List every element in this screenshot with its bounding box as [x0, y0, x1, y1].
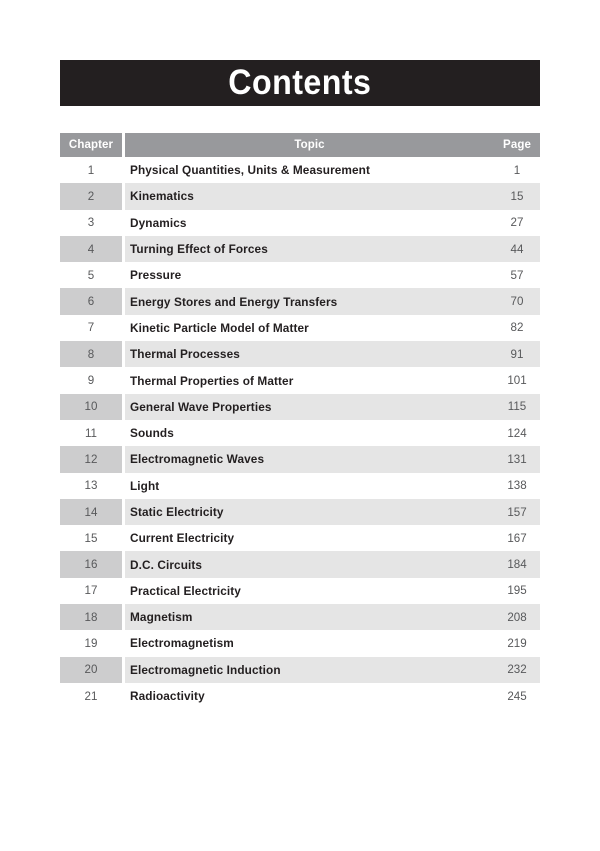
table-row[interactable]: 1 Physical Quantities, Units & Measuremen…	[60, 157, 540, 184]
table-row[interactable]: 11 Sounds 124	[60, 419, 540, 447]
chapter-topic[interactable]: Radioactivity	[125, 682, 494, 710]
chapter-number: 11	[60, 419, 122, 447]
chapter-topic[interactable]: General Wave Properties	[125, 393, 494, 420]
table-header: Chapter Topic Page	[60, 133, 540, 157]
chapter-topic[interactable]: Physical Quantities, Units & Measurement	[125, 157, 494, 184]
chapter-number: 10	[60, 393, 122, 420]
page-number: 167	[494, 525, 540, 552]
chapter-number: 12	[60, 446, 122, 473]
chapter-number: 19	[60, 630, 122, 657]
table-row[interactable]: 8 Thermal Processes 91	[60, 341, 540, 368]
chapter-topic[interactable]: D.C. Circuits	[125, 551, 494, 578]
page-number: 232	[494, 656, 540, 683]
page-number: 138	[494, 472, 540, 499]
chapter-topic[interactable]: Static Electricity	[125, 498, 494, 526]
chapter-topic[interactable]: Current Electricity	[125, 525, 494, 552]
column-header-page: Page	[494, 133, 540, 157]
page-number: 157	[494, 498, 540, 526]
table-row[interactable]: 19 Electromagnetism 219	[60, 630, 540, 657]
table-row[interactable]: 14 Static Electricity 157	[60, 498, 540, 526]
chapter-number: 1	[60, 157, 122, 184]
chapter-number: 6	[60, 288, 122, 315]
chapter-number: 3	[60, 209, 122, 236]
table-row[interactable]: 4 Turning Effect of Forces 44	[60, 235, 540, 263]
table-header-row: Chapter Topic Page	[60, 133, 540, 157]
chapter-number: 7	[60, 314, 122, 342]
page-number: 101	[494, 367, 540, 394]
chapter-topic[interactable]: Light	[125, 472, 494, 499]
chapter-topic[interactable]: Pressure	[125, 262, 494, 289]
table-row[interactable]: 9 Thermal Properties of Matter 101	[60, 367, 540, 394]
table-row[interactable]: 15 Current Electricity 167	[60, 525, 540, 552]
page-number: 91	[494, 341, 540, 368]
table-row[interactable]: 10 General Wave Properties 115	[60, 393, 540, 420]
page-number: 1	[494, 157, 540, 184]
table-row[interactable]: 17 Practical Electricity 195	[60, 577, 540, 605]
table-row[interactable]: 6 Energy Stores and Energy Transfers 70	[60, 288, 540, 315]
chapter-number: 5	[60, 262, 122, 289]
column-header-chapter: Chapter	[60, 133, 122, 157]
chapter-topic[interactable]: Practical Electricity	[125, 577, 494, 605]
table-row[interactable]: 12 Electromagnetic Waves 131	[60, 446, 540, 473]
chapter-number: 8	[60, 341, 122, 368]
chapter-number: 15	[60, 525, 122, 552]
chapter-number: 9	[60, 367, 122, 394]
chapter-number: 21	[60, 682, 122, 710]
chapter-topic[interactable]: Thermal Properties of Matter	[125, 367, 494, 394]
page-number: 82	[494, 314, 540, 342]
table-body: 1 Physical Quantities, Units & Measuremen…	[60, 157, 540, 710]
table-row[interactable]: 7 Kinetic Particle Model of Matter 82	[60, 314, 540, 342]
table-row[interactable]: 5 Pressure 57	[60, 262, 540, 289]
chapter-number: 2	[60, 183, 122, 210]
chapter-topic[interactable]: Energy Stores and Energy Transfers	[125, 288, 494, 315]
chapter-number: 18	[60, 604, 122, 631]
table-row[interactable]: 13 Light 138	[60, 472, 540, 499]
page-number: 115	[494, 393, 540, 420]
chapter-topic[interactable]: Sounds	[125, 419, 494, 447]
contents-page: Contents Chapter Topic Page 1 Physical Qu…	[0, 0, 600, 851]
table-of-contents: Chapter Topic Page 1 Physical Quantities,…	[60, 133, 540, 710]
table-row[interactable]: 16 D.C. Circuits 184	[60, 551, 540, 578]
page-number: 131	[494, 446, 540, 473]
column-header-topic: Topic	[125, 133, 494, 157]
page-number: 195	[494, 577, 540, 605]
table-row[interactable]: 21 Radioactivity 245	[60, 682, 540, 710]
page-title: Contents	[228, 62, 372, 102]
page-number: 184	[494, 551, 540, 578]
page-number: 15	[494, 183, 540, 210]
chapter-topic[interactable]: Dynamics	[125, 209, 494, 236]
page-number: 124	[494, 419, 540, 447]
chapter-topic[interactable]: Kinetic Particle Model of Matter	[125, 314, 494, 342]
page-number: 57	[494, 262, 540, 289]
table-row[interactable]: 20 Electromagnetic Induction 232	[60, 656, 540, 683]
chapter-topic[interactable]: Thermal Processes	[125, 341, 494, 368]
chapter-number: 16	[60, 551, 122, 578]
chapter-topic[interactable]: Electromagnetic Induction	[125, 656, 494, 683]
chapter-number: 14	[60, 498, 122, 526]
table-row[interactable]: 2 Kinematics 15	[60, 183, 540, 210]
page-number: 208	[494, 604, 540, 631]
chapter-number: 17	[60, 577, 122, 605]
contents-title-banner: Contents	[60, 60, 540, 106]
page-number: 44	[494, 235, 540, 263]
chapter-topic[interactable]: Kinematics	[125, 183, 494, 210]
chapter-number: 4	[60, 235, 122, 263]
table-row[interactable]: 3 Dynamics 27	[60, 209, 540, 236]
page-number: 219	[494, 630, 540, 657]
table-row[interactable]: 18 Magnetism 208	[60, 604, 540, 631]
chapter-topic[interactable]: Electromagnetism	[125, 630, 494, 657]
chapter-number: 20	[60, 656, 122, 683]
page-number: 27	[494, 209, 540, 236]
page-number: 70	[494, 288, 540, 315]
chapter-topic[interactable]: Electromagnetic Waves	[125, 446, 494, 473]
page-number: 245	[494, 682, 540, 710]
chapter-number: 13	[60, 472, 122, 499]
chapter-topic[interactable]: Turning Effect of Forces	[125, 235, 494, 263]
chapter-topic[interactable]: Magnetism	[125, 604, 494, 631]
